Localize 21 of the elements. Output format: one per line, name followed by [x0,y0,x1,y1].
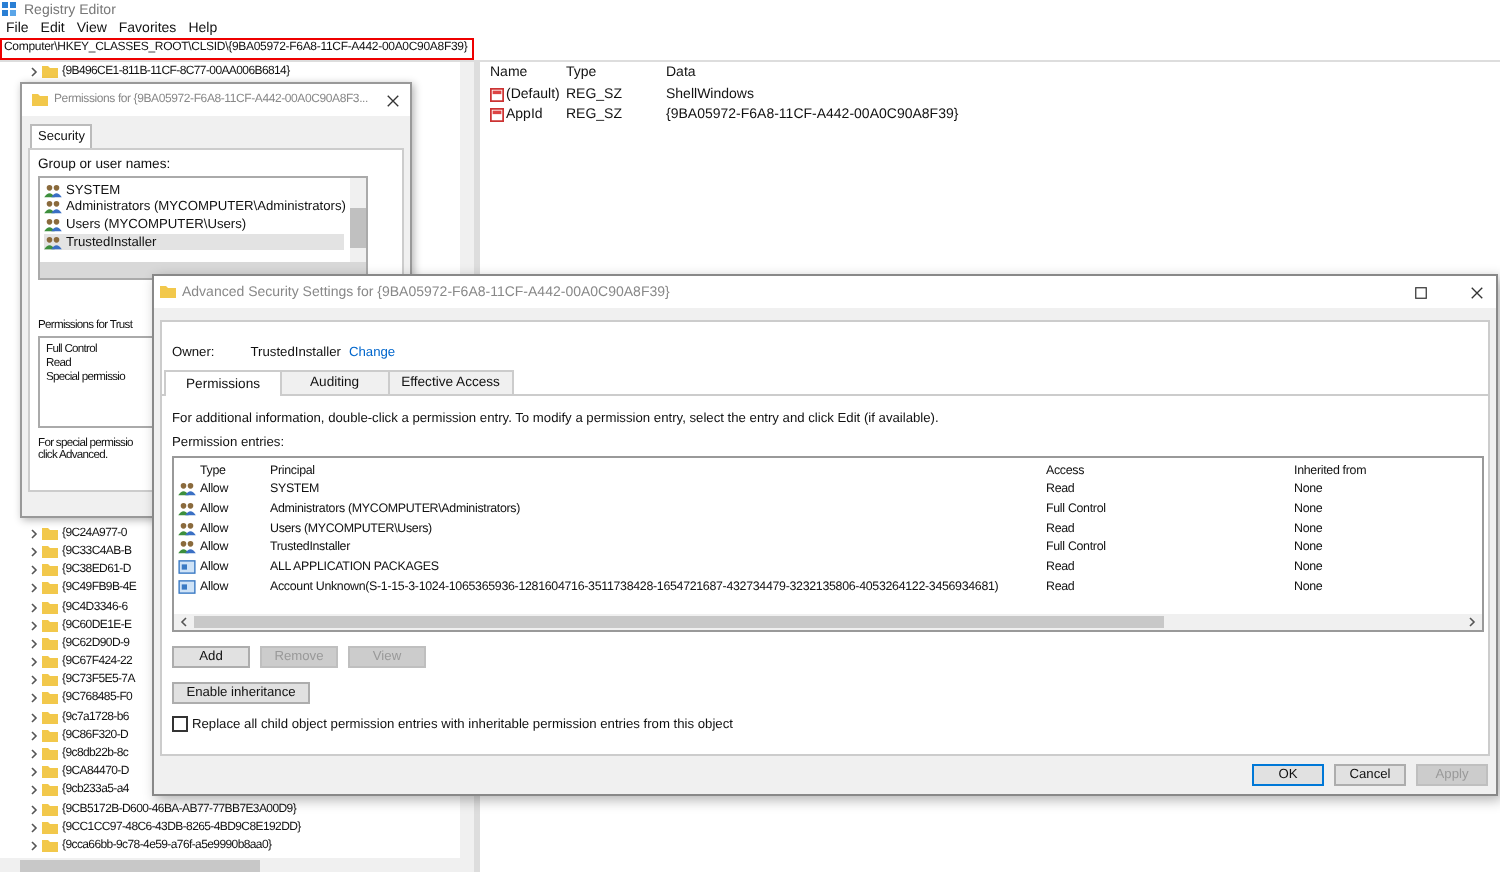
users-icon [178,521,196,536]
chevron-icon[interactable] [30,65,38,78]
scrollbar[interactable] [350,178,366,262]
registry-icon [2,2,18,18]
folder-icon [160,284,176,300]
close-icon[interactable] [1470,285,1484,299]
package-icon [178,560,196,575]
users-icon [44,235,62,250]
maximize-icon[interactable] [1414,285,1428,299]
users-icon [178,540,196,555]
package-icon [178,579,196,594]
scroll-right-icon[interactable] [1468,616,1476,628]
close-icon[interactable] [386,93,400,107]
users-icon [178,482,196,497]
scroll-left-icon[interactable] [180,616,188,628]
scrollbar[interactable] [174,614,1482,630]
users-icon [178,502,196,517]
checkbox[interactable] [172,716,188,732]
scrollbar[interactable] [0,858,474,872]
string-value-icon [490,87,504,101]
string-value-icon [490,107,504,121]
